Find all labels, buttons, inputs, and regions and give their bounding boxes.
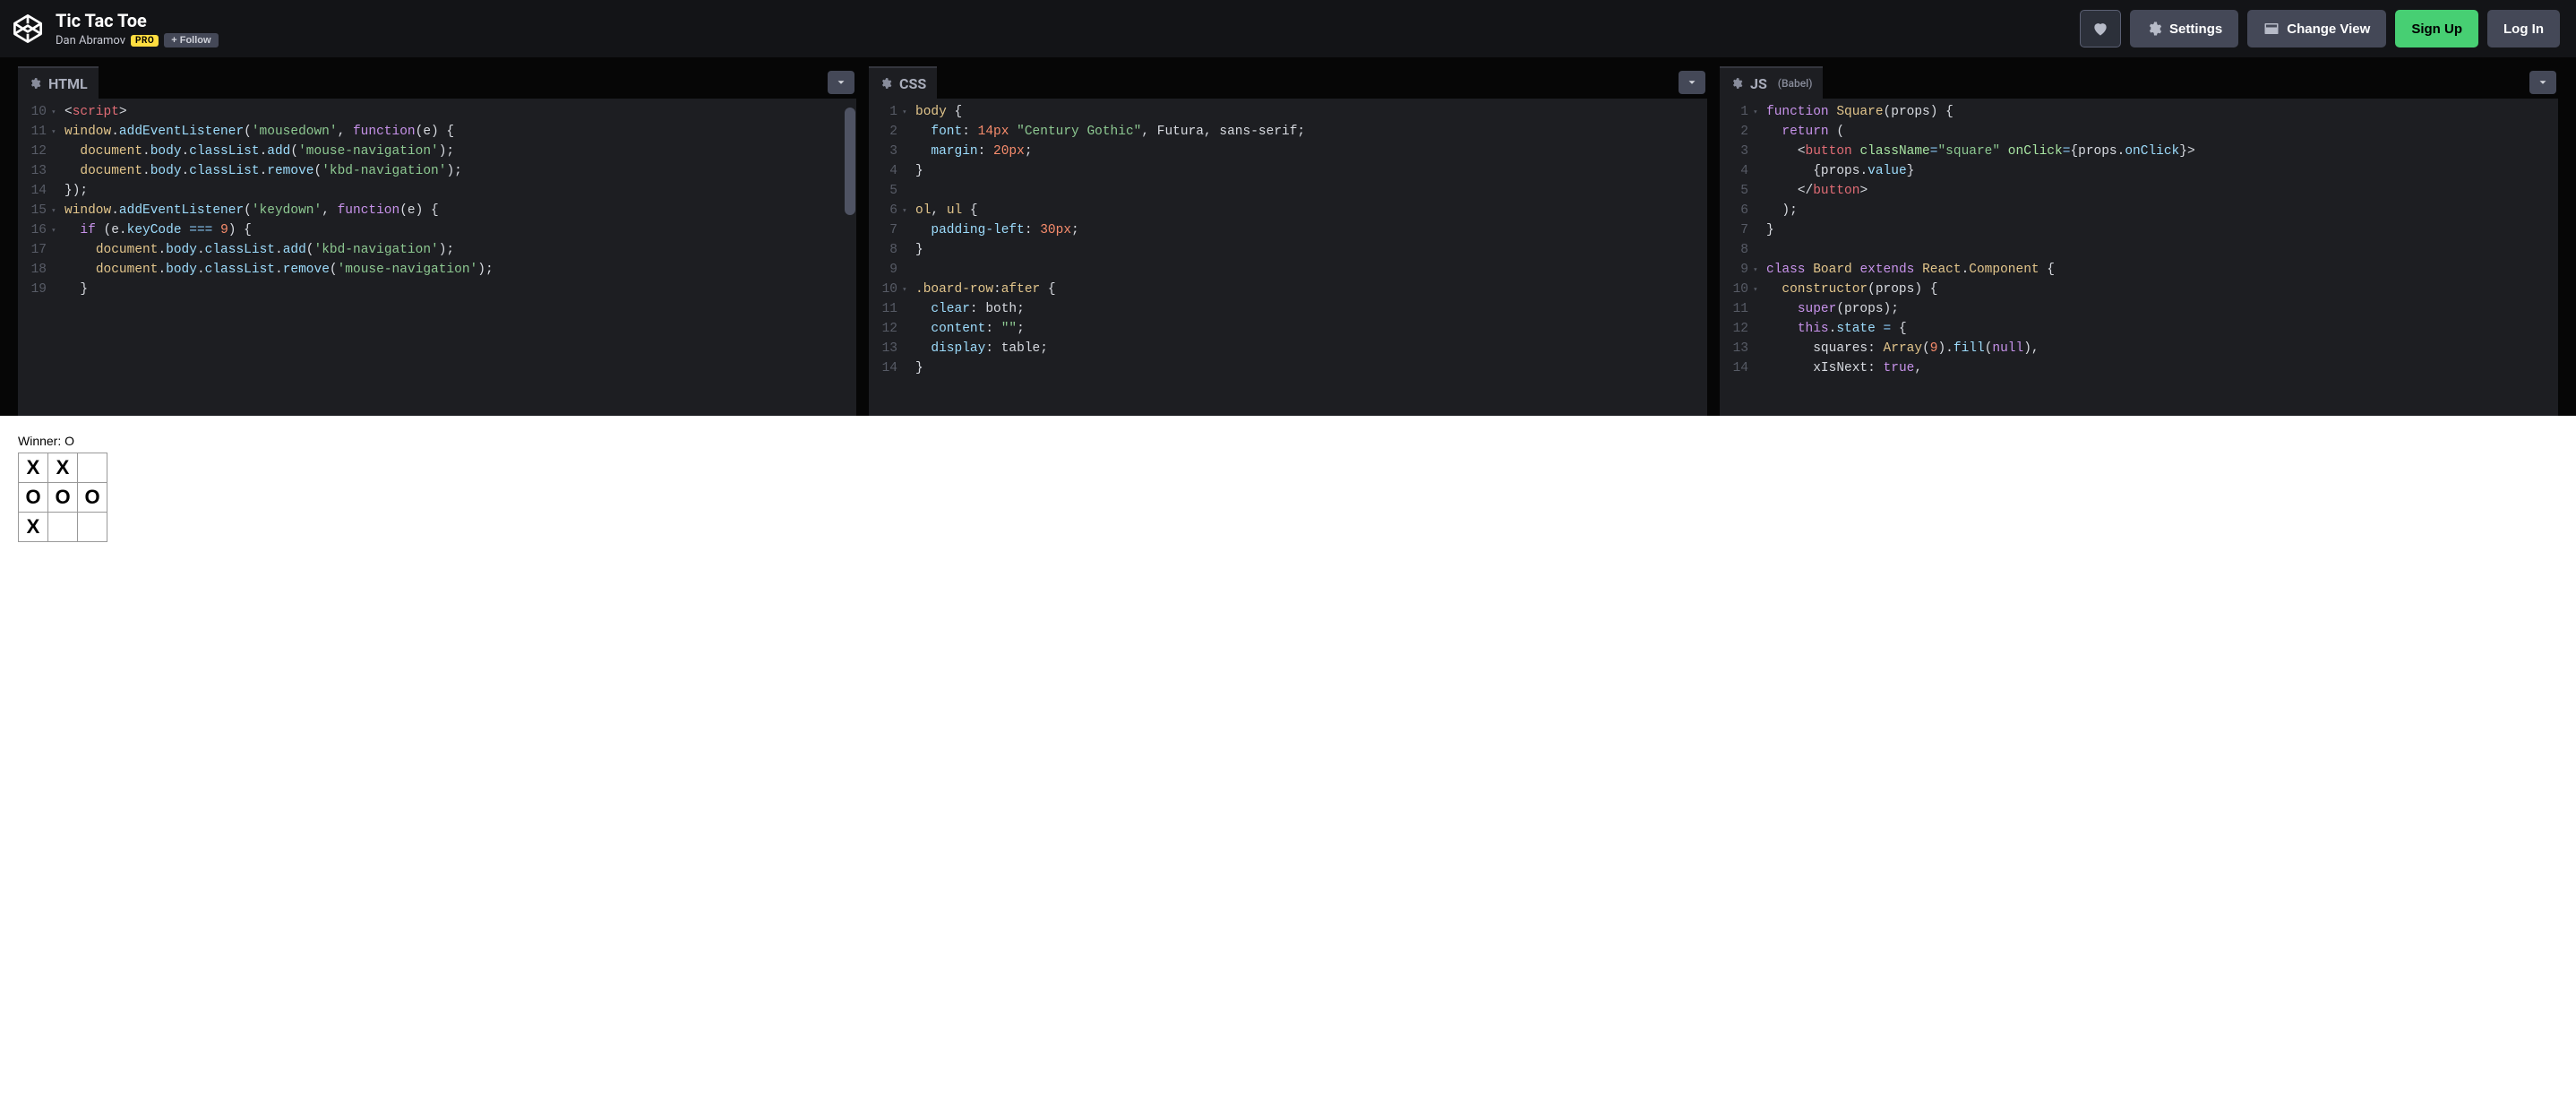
chevron-down-icon [835, 76, 847, 89]
scrollbar[interactable] [845, 108, 855, 215]
square[interactable] [47, 512, 78, 542]
gear-icon[interactable] [1730, 77, 1743, 90]
editor-js-dropdown[interactable] [2529, 71, 2556, 94]
editor-tab-html[interactable]: HTML [18, 66, 99, 99]
square[interactable]: X [18, 512, 48, 542]
square[interactable]: X [18, 453, 48, 483]
board-row: OOO [18, 483, 2558, 513]
chevron-down-icon [1686, 76, 1698, 89]
plus-icon: + [171, 35, 176, 46]
editor-js-title: JS [1750, 75, 1767, 92]
square[interactable] [77, 453, 107, 483]
editor-html-code[interactable]: 10111213141516171819 <script>window.addE… [18, 99, 856, 416]
editor-css-dropdown[interactable] [1679, 71, 1705, 94]
square[interactable]: O [18, 482, 48, 513]
square[interactable]: O [47, 482, 78, 513]
gear-icon[interactable] [29, 77, 41, 90]
log-in-button[interactable]: Log In [2487, 10, 2560, 47]
editor-html-title: HTML [48, 75, 88, 92]
pen-author[interactable]: Dan Abramov [56, 34, 125, 47]
logo-block: Tic Tac Toe Dan Abramov PRO + Follow [9, 10, 219, 47]
square[interactable]: X [47, 453, 78, 483]
follow-label: Follow [180, 35, 211, 46]
board-row: XX [18, 453, 2558, 483]
follow-button[interactable]: + Follow [164, 33, 218, 47]
editor-css-code[interactable]: 1234567891011121314 body { font: 14px "C… [869, 99, 1707, 416]
game-board: XXOOOX [18, 453, 2558, 542]
pen-title[interactable]: Tic Tac Toe [56, 10, 219, 31]
header-actions: Settings Change View Sign Up Log In [2080, 10, 2560, 47]
editor-tab-js[interactable]: JS (Babel) [1720, 66, 1823, 99]
gear-icon[interactable] [880, 77, 892, 90]
sign-up-label: Sign Up [2411, 22, 2462, 37]
editor-js: JS (Babel) 1234567891011121314 function … [1720, 66, 2558, 416]
editor-css: CSS 1234567891011121314 body { font: 14p… [869, 66, 1707, 416]
chevron-down-icon [2537, 76, 2549, 89]
layout-icon [2263, 21, 2280, 37]
settings-button[interactable]: Settings [2130, 10, 2238, 47]
board-row: X [18, 513, 2558, 542]
editor-html-dropdown[interactable] [828, 71, 854, 94]
preview-pane: Winner: O XXOOOX [0, 416, 2576, 1095]
love-button[interactable] [2080, 10, 2121, 47]
pro-badge: PRO [131, 35, 159, 47]
game-status: Winner: O [18, 434, 2558, 448]
codepen-logo-icon[interactable] [9, 10, 47, 47]
editor-css-title: CSS [899, 75, 926, 92]
header: Tic Tac Toe Dan Abramov PRO + Follow Set… [0, 0, 2576, 57]
gear-icon [2146, 21, 2162, 37]
sign-up-button[interactable]: Sign Up [2395, 10, 2478, 47]
change-view-button[interactable]: Change View [2247, 10, 2386, 47]
square[interactable]: O [77, 482, 107, 513]
editor-js-preprocessor: (Babel) [1778, 77, 1813, 90]
log-in-label: Log In [2503, 22, 2544, 37]
editor-html: HTML 10111213141516171819 <script>window… [18, 66, 856, 416]
editor-tab-css[interactable]: CSS [869, 66, 937, 99]
heart-icon [2091, 20, 2109, 38]
settings-label: Settings [2169, 22, 2222, 37]
editor-row: HTML 10111213141516171819 <script>window… [0, 57, 2576, 416]
square[interactable] [77, 512, 107, 542]
editor-js-code[interactable]: 1234567891011121314 function Square(prop… [1720, 99, 2558, 416]
change-view-label: Change View [2287, 22, 2370, 37]
